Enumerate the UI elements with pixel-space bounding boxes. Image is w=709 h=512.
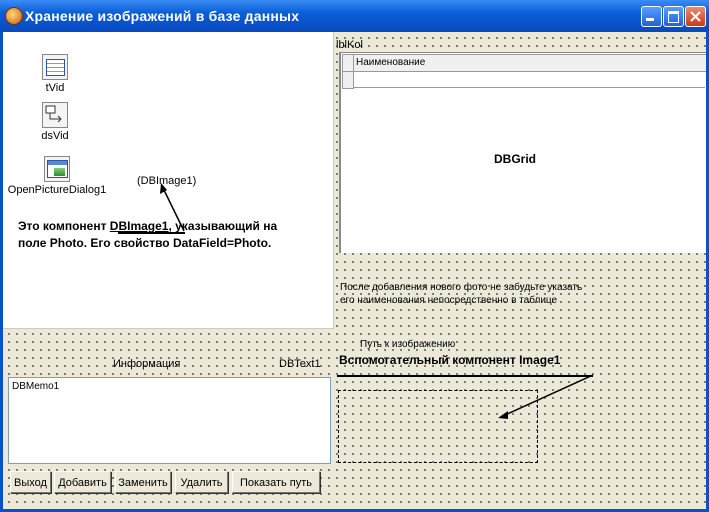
replace-button[interactable]: Заменить: [115, 471, 171, 493]
dbtext1: DBText1: [279, 358, 321, 370]
dbmemo1[interactable]: DBMemo1: [8, 377, 331, 464]
form-client-area: tVid dsVid OpenPictureDialog1 (DBImage1)…: [3, 32, 706, 509]
minimize-button[interactable]: [641, 6, 662, 27]
window-title: Хранение изображений в базе данных: [25, 8, 300, 24]
memo-text: DBMemo1: [12, 381, 60, 392]
hint-line1: После добавления нового фото не забудьте…: [340, 282, 583, 293]
image-path-label: Путь к изображению: [360, 339, 456, 350]
grid-column-name: Наименование: [356, 57, 426, 68]
info-label: Информация: [113, 358, 181, 370]
bottom-strip: [3, 505, 706, 509]
exit-button[interactable]: Выход: [10, 471, 51, 493]
app-window: Хранение изображений в базе данных tVid …: [0, 0, 709, 512]
close-icon: [690, 11, 701, 22]
add-button[interactable]: Добавить: [54, 471, 111, 493]
lblkol-label: lblKol: [336, 39, 363, 51]
close-button[interactable]: [685, 6, 706, 27]
dbgrid-caption: DBGrid: [494, 152, 536, 166]
title-bar[interactable]: Хранение изображений в базе данных: [0, 0, 709, 32]
dbgrid[interactable]: Наименование DBGrid: [339, 52, 706, 253]
hint-line2: его наименования непосредственно в табли…: [340, 295, 558, 306]
show-path-button[interactable]: Показать путь: [232, 471, 320, 493]
minimize-icon: [646, 18, 654, 21]
image1-frame[interactable]: [338, 390, 538, 463]
grid-column-header[interactable]: Наименование: [353, 54, 706, 72]
maximize-icon: [668, 11, 679, 23]
grid-row[interactable]: [353, 71, 705, 88]
maximize-button[interactable]: [663, 6, 684, 27]
app-icon: [5, 7, 23, 25]
delete-button[interactable]: Удалить: [175, 471, 228, 493]
image1-title: Вспомогательный компонент Image1: [339, 353, 561, 367]
